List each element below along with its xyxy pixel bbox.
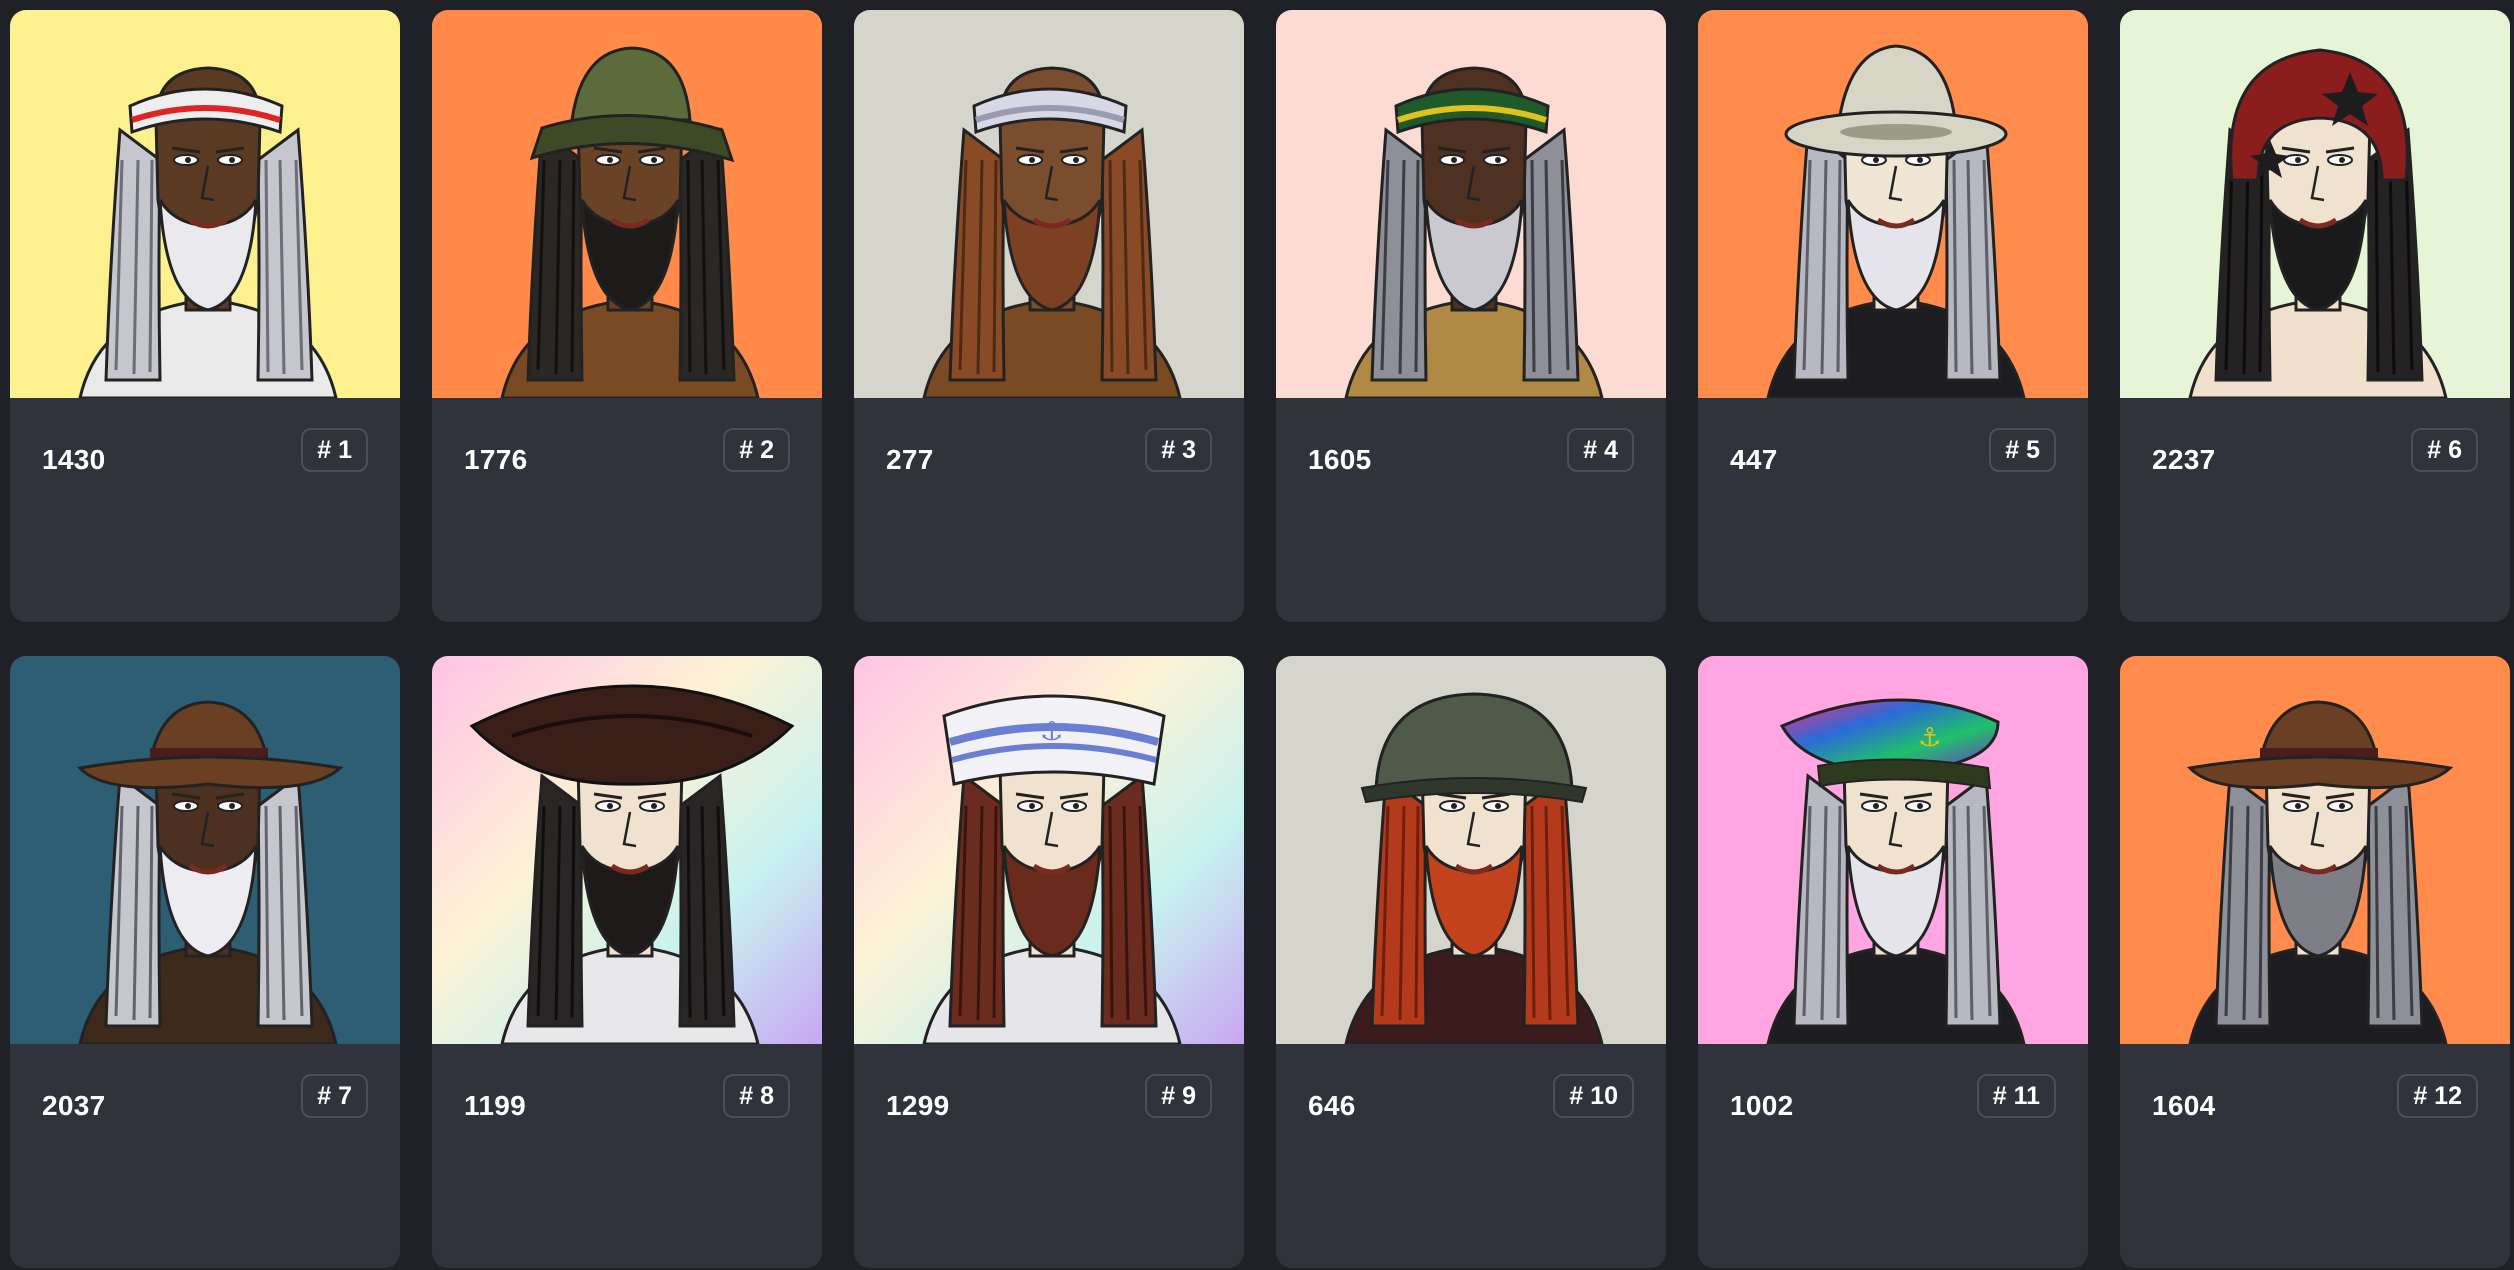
nft-grid: 1430 # 1 1776 # 2 277 # 3 1605 # 4 447 #… xyxy=(10,10,2510,1268)
nft-card-footer: 1776 # 2 xyxy=(432,398,822,622)
nft-image[interactable] xyxy=(432,656,822,1044)
avatar-illustration xyxy=(1276,656,1666,1044)
nft-card[interactable]: 2237 # 6 xyxy=(2120,10,2510,622)
token-id: 646 xyxy=(1308,1090,1356,1121)
token-id: 1002 xyxy=(1730,1090,1794,1121)
nft-card[interactable]: 2037 # 7 xyxy=(10,656,400,1268)
nft-card-footer: 1299 # 9 xyxy=(854,1044,1244,1268)
avatar-illustration xyxy=(432,10,822,398)
nft-card[interactable]: 447 # 5 xyxy=(1698,10,2088,622)
token-id: 1199 xyxy=(464,1090,526,1121)
nft-card-footer: 1604 # 12 xyxy=(2120,1044,2510,1268)
nft-card[interactable]: ⚓ 1002 # 11 xyxy=(1698,656,2088,1268)
nft-card[interactable]: 646 # 10 xyxy=(1276,656,1666,1268)
nft-card-footer: 2037 # 7 xyxy=(10,1044,400,1268)
svg-text:⚓: ⚓ xyxy=(1918,722,1941,752)
nft-image[interactable] xyxy=(1698,10,2088,398)
nft-image[interactable] xyxy=(1276,656,1666,1044)
rank-badge: # 2 xyxy=(723,428,790,472)
token-id: 277 xyxy=(886,444,934,475)
avatar-illustration xyxy=(2120,656,2510,1044)
token-id: 1605 xyxy=(1308,444,1372,475)
rank-badge: # 11 xyxy=(1976,1074,2056,1118)
nft-image[interactable] xyxy=(2120,10,2510,398)
rank-badge: # 3 xyxy=(1145,428,1212,472)
nft-card[interactable]: 1430 # 1 xyxy=(10,10,400,622)
avatar-illustration xyxy=(1276,10,1666,398)
token-id: 1299 xyxy=(886,1090,950,1121)
nft-card-footer: 447 # 5 xyxy=(1698,398,2088,622)
avatar-illustration: ⚓ xyxy=(854,656,1244,1044)
nft-card-footer: 1430 # 1 xyxy=(10,398,400,622)
nft-image[interactable] xyxy=(10,656,400,1044)
token-id: 1430 xyxy=(42,444,106,475)
nft-card[interactable]: 1604 # 12 xyxy=(2120,656,2510,1268)
avatar-illustration xyxy=(1698,10,2088,398)
nft-card-footer: 277 # 3 xyxy=(854,398,1244,622)
nft-card-footer: 1002 # 11 xyxy=(1698,1044,2088,1268)
token-id: 2237 xyxy=(2152,444,2216,475)
avatar-illustration xyxy=(432,656,822,1044)
token-id: 1776 xyxy=(464,444,528,475)
rank-badge: # 9 xyxy=(1145,1074,1212,1118)
rank-badge: # 8 xyxy=(723,1074,790,1118)
rank-badge: # 10 xyxy=(1553,1074,1634,1118)
nft-card-footer: 646 # 10 xyxy=(1276,1044,1666,1268)
token-id: 1604 xyxy=(2152,1090,2216,1121)
nft-image[interactable] xyxy=(432,10,822,398)
rank-badge: # 1 xyxy=(301,428,368,472)
nft-card[interactable]: ⚓ 1299 # 9 xyxy=(854,656,1244,1268)
avatar-illustration xyxy=(10,10,400,398)
nft-image[interactable] xyxy=(854,10,1244,398)
rank-badge: # 7 xyxy=(301,1074,368,1118)
nft-card[interactable]: 1605 # 4 xyxy=(1276,10,1666,622)
nft-card[interactable]: 277 # 3 xyxy=(854,10,1244,622)
avatar-illustration xyxy=(2120,10,2510,398)
token-id: 2037 xyxy=(42,1090,106,1121)
rank-badge: # 5 xyxy=(1989,428,2056,472)
nft-image[interactable] xyxy=(2120,656,2510,1044)
nft-image[interactable] xyxy=(1276,10,1666,398)
rank-badge: # 12 xyxy=(2397,1074,2478,1118)
svg-text:⚓: ⚓ xyxy=(1040,716,1063,746)
nft-card[interactable]: 1199 # 8 xyxy=(432,656,822,1268)
token-id: 447 xyxy=(1730,444,1778,475)
nft-card-footer: 1199 # 8 xyxy=(432,1044,822,1268)
nft-image[interactable]: ⚓ xyxy=(1698,656,2088,1044)
rank-badge: # 6 xyxy=(2411,428,2478,472)
avatar-illustration xyxy=(10,656,400,1044)
nft-image[interactable]: ⚓ xyxy=(854,656,1244,1044)
nft-image[interactable] xyxy=(10,10,400,398)
avatar-illustration xyxy=(854,10,1244,398)
rank-badge: # 4 xyxy=(1567,428,1634,472)
nft-card[interactable]: 1776 # 2 xyxy=(432,10,822,622)
nft-card-footer: 2237 # 6 xyxy=(2120,398,2510,622)
avatar-illustration: ⚓ xyxy=(1698,656,2088,1044)
nft-card-footer: 1605 # 4 xyxy=(1276,398,1666,622)
